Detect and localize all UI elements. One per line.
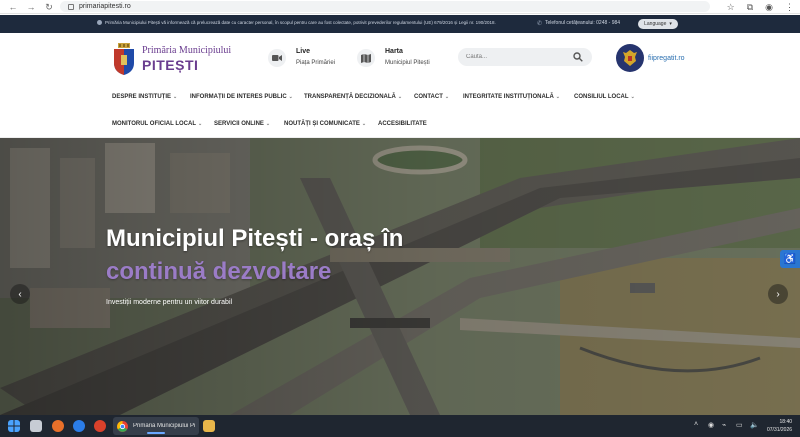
browser-app-icon[interactable] xyxy=(73,420,85,432)
slider-prev-button[interactable]: ‹ xyxy=(10,284,30,304)
clock-time: 18:40 xyxy=(779,419,793,425)
menu-item-consiliul-local[interactable]: CONSILIUL LOCAL ⌄ xyxy=(574,94,635,100)
citizen-phone[interactable]: Telefonul cetățeanului: 0248 - 984 xyxy=(545,20,620,26)
chevron-down-icon: ⌄ xyxy=(173,94,178,100)
menu-item-label: CONSILIUL LOCAL xyxy=(574,94,629,100)
live-subtitle: Piața Primăriei xyxy=(296,60,336,66)
language-label: Language xyxy=(644,21,667,27)
search-box[interactable] xyxy=(458,48,592,66)
menu-item-label: INTEGRITATE INSTITUȚIONALĂ xyxy=(463,94,554,100)
search-icon[interactable] xyxy=(573,52,583,62)
info-icon xyxy=(97,20,102,25)
chevron-down-icon: ⌄ xyxy=(397,94,403,100)
firefox-icon[interactable] xyxy=(52,420,64,432)
menu-item-transparenta-decizionala[interactable]: TRANSPARENȚĂ DECIZIONALĂ ⌄ xyxy=(304,94,402,100)
chevron-down-icon: ⌄ xyxy=(361,121,367,127)
menu-item-servicii-online[interactable]: SERVICII ONLINE ⌄ xyxy=(214,121,270,127)
chevron-left-icon: ‹ xyxy=(18,288,22,300)
tray-app-icon[interactable]: ◉ xyxy=(708,421,714,429)
system-clock[interactable]: 18:40 07/31/2026 xyxy=(767,418,792,434)
file-explorer-icon[interactable] xyxy=(203,420,215,432)
chrome-icon xyxy=(117,420,128,432)
menu-item-integritate-institutionala[interactable]: INTEGRITATE INSTITUȚIONALĂ ⌄ xyxy=(463,94,560,100)
windows-start-icon[interactable] xyxy=(8,420,20,432)
chevron-down-icon: ▾ xyxy=(669,21,672,27)
clock-date: 07/31/2026 xyxy=(767,427,793,433)
live-title[interactable]: Live xyxy=(296,48,310,55)
opera-icon[interactable] xyxy=(94,420,106,432)
accessibility-button[interactable]: ♿ xyxy=(780,250,800,268)
hero-title-accent: continuă dezvoltare xyxy=(106,258,332,285)
chevron-down-icon: ⌄ xyxy=(198,121,203,127)
map-subtitle: Municipiul Pitești xyxy=(385,60,430,66)
menu-item-monitorul-oficial-local[interactable]: MONITORUL OFICIAL LOCAL ⌄ xyxy=(112,121,202,127)
city-crest-logo[interactable] xyxy=(113,43,135,75)
network-icon[interactable]: ⌁ xyxy=(722,421,726,429)
menu-item-contact[interactable]: CONTACT ⌄ xyxy=(414,94,449,100)
slider-next-button[interactable]: › xyxy=(768,284,788,304)
accessibility-icon: ♿ xyxy=(783,253,797,265)
menu-item-informatii-interes-public[interactable]: INFORMAȚII DE INTERES PUBLIC ⌄ xyxy=(190,94,293,100)
hero-slider: Municipiul Pitești - oraș în continuă de… xyxy=(0,138,800,415)
brand-city[interactable]: PITEȘTI xyxy=(142,57,198,73)
menu-item-label: SERVICII ONLINE xyxy=(214,121,264,127)
search-input[interactable] xyxy=(466,54,566,60)
extensions-icon[interactable]: ⧉ xyxy=(747,1,753,13)
menu-item-label: NOUTĂȚI ȘI COMUNICATE xyxy=(284,121,360,127)
chevron-down-icon: ⌄ xyxy=(444,94,450,100)
address-text: primariapitesti.ro xyxy=(79,3,131,10)
display-icon[interactable]: ▭ xyxy=(736,421,743,429)
chevron-down-icon: ⌄ xyxy=(265,121,271,127)
romania-coat-of-arms-logo[interactable] xyxy=(616,44,644,72)
os-taskbar: Primăria Municipiului Pi ˄ ◉ ⌁ ▭ 🔈 18:40… xyxy=(0,415,800,437)
menu-item-label: DESPRE INSTITUȚIE xyxy=(112,94,172,100)
back-icon[interactable]: ← xyxy=(8,2,18,12)
forward-icon[interactable]: → xyxy=(26,2,36,12)
top-info-bar: Primăria Municipiului Pitești vă informe… xyxy=(0,15,800,33)
menu-item-accesibilitate[interactable]: ACCESIBILITATE xyxy=(378,121,427,127)
chevron-down-icon: ⌄ xyxy=(630,94,635,100)
video-camera-icon xyxy=(272,55,282,61)
gdpr-notice[interactable]: Primăria Municipiului Pitești vă informe… xyxy=(105,20,496,25)
language-select[interactable]: Language ▾ xyxy=(638,19,678,29)
menu-item-noutati-comunicate[interactable]: NOUTĂȚI ȘI COMUNICATE ⌄ xyxy=(284,121,366,127)
profile-icon[interactable]: ◉ xyxy=(765,1,773,13)
menu-item-despre-institutie[interactable]: DESPRE INSTITUȚIE ⌄ xyxy=(112,94,177,100)
taskbar-active-window[interactable]: Primăria Municipiului Pi xyxy=(113,417,199,435)
menu-item-label: CONTACT xyxy=(414,94,443,100)
site-header: Primăria Municipiului PITEȘTI Live Piața… xyxy=(0,33,800,85)
eagle-emblem-icon xyxy=(623,50,637,66)
main-navigation: DESPRE INSTITUȚIE ⌄ INFORMAȚII DE INTERES… xyxy=(0,85,800,138)
hero-subtitle: Investiții moderne pentru un viitor dura… xyxy=(106,299,233,306)
live-camera-button[interactable] xyxy=(268,49,286,67)
bookmark-star-icon[interactable]: ☆ xyxy=(727,1,735,13)
taskbar-app-label: Primăria Municipiului Pi xyxy=(133,423,195,429)
address-bar[interactable]: primariapitesti.ro xyxy=(60,1,710,12)
chevron-down-icon: ⌄ xyxy=(555,94,560,100)
fiipregatit-link[interactable]: fiipregatit.ro xyxy=(648,55,685,62)
tray-chevron-icon[interactable]: ˄ xyxy=(694,421,698,428)
chevron-down-icon: ⌄ xyxy=(288,94,293,100)
browser-toolbar: ← → ↻ primariapitesti.ro ☆ ⧉ ◉ ⋮ xyxy=(0,0,800,14)
chevron-right-icon: › xyxy=(776,288,780,300)
menu-item-label: INFORMAȚII DE INTERES PUBLIC xyxy=(190,94,287,100)
reload-icon[interactable]: ↻ xyxy=(44,2,54,12)
menu-item-label: MONITORUL OFICIAL LOCAL xyxy=(112,121,196,127)
brand-title[interactable]: Primăria Municipiului xyxy=(142,45,231,56)
menu-item-label: TRANSPARENȚĂ DECIZIONALĂ xyxy=(304,94,396,100)
active-indicator xyxy=(147,432,165,434)
map-button[interactable] xyxy=(357,49,375,67)
volume-icon[interactable]: 🔈 xyxy=(750,421,759,429)
menu-item-label: ACCESIBILITATE xyxy=(378,121,427,127)
hero-title: Municipiul Pitești - oraș în xyxy=(106,225,404,252)
browser-menu-icon[interactable]: ⋮ xyxy=(785,1,794,13)
task-view-icon[interactable] xyxy=(30,420,42,432)
phone-icon: ✆ xyxy=(537,21,543,27)
map-icon xyxy=(361,53,371,63)
site-info-icon[interactable] xyxy=(68,3,74,10)
map-title[interactable]: Harta xyxy=(385,48,403,55)
